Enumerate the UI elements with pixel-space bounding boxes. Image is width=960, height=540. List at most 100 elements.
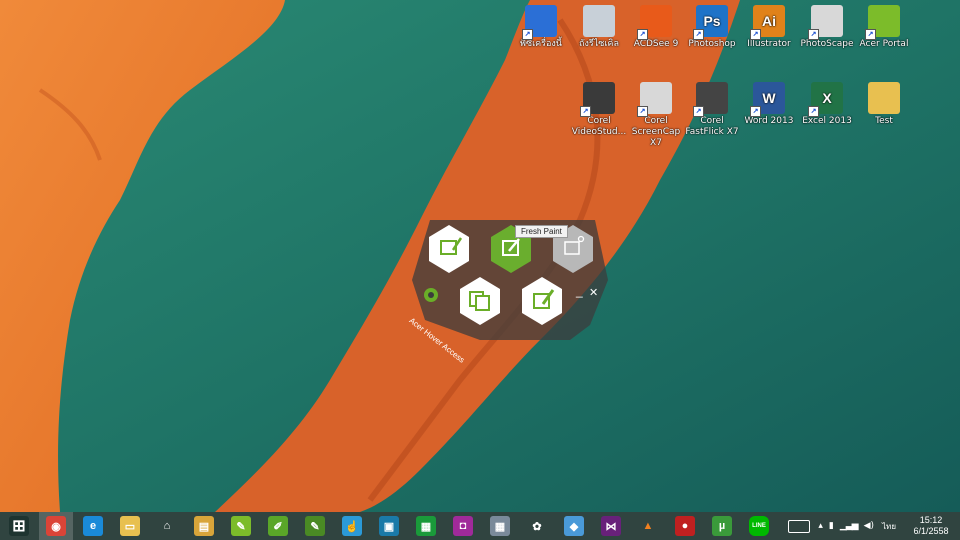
- line-chat-icon: LINE: [749, 516, 769, 536]
- system-tray: ▴ ▮ ▁▃▅ ◀) ไทย 15:12 6/1/2558: [788, 512, 960, 540]
- keyboard-icon[interactable]: [788, 519, 811, 533]
- clock[interactable]: 15:12 6/1/2558: [902, 515, 960, 537]
- vlc-cone-icon: ▲: [642, 520, 654, 532]
- taskbar-paint[interactable]: ✿: [520, 512, 554, 540]
- hover-close-button[interactable]: ✕: [589, 286, 598, 299]
- power-icon[interactable]: ▮: [829, 521, 834, 531]
- show-hidden-icons-icon[interactable]: ▴: [818, 521, 823, 531]
- palette-icon: ✿: [532, 520, 542, 533]
- folder-icon: ▭: [120, 516, 140, 536]
- taskbar-app-green3[interactable]: ✎: [298, 512, 332, 540]
- hover-settings-gear-icon[interactable]: [424, 288, 438, 302]
- shortcut-arrow-icon: ↗: [693, 29, 704, 40]
- input-language[interactable]: ไทย: [882, 520, 896, 533]
- desktop-icon-label: Acer Portal: [859, 39, 909, 49]
- desktop-icon-this-pc[interactable]: ↗ พีซีเครื่องนี้: [512, 5, 570, 50]
- desktop-icon-label: ACDSee 9: [633, 39, 679, 49]
- word-icon: W ↗: [750, 82, 785, 117]
- desktop-icon-label: Illustrator: [747, 39, 791, 49]
- magic-wand-icon: ↗: [693, 82, 728, 117]
- calculator-icon: ▦: [490, 516, 510, 536]
- desktop-icon-corel-fastflick[interactable]: ↗ Corel FastFlick X7: [683, 82, 741, 138]
- shortcut-arrow-icon: ↗: [808, 29, 819, 40]
- desktop-icon-word-2013[interactable]: W ↗ Word 2013: [740, 82, 798, 127]
- home-icon: ⌂: [163, 520, 171, 532]
- store-icon: ▦: [416, 516, 436, 536]
- shortcut-arrow-icon: ↗: [637, 106, 648, 117]
- media-icon: ▣: [379, 516, 399, 536]
- photoshop-icon: Ps ↗: [693, 5, 728, 40]
- volume-icon[interactable]: ◀): [864, 521, 874, 531]
- taskbar-start[interactable]: ⊞: [2, 512, 36, 540]
- desktop-icon-acer-portal[interactable]: ↗ Acer Portal: [855, 5, 913, 50]
- record-icon: ↗: [637, 82, 672, 117]
- taskbar-ie[interactable]: e: [76, 512, 110, 540]
- shortcut-arrow-icon: ↗: [522, 29, 533, 40]
- chrome-icon: ◉: [46, 516, 66, 536]
- taskbar-file-explorer[interactable]: ▭: [113, 512, 147, 540]
- utorrent-icon: µ: [712, 516, 732, 536]
- shortcut-arrow-icon: ↗: [637, 29, 648, 40]
- desktop-icon-acdsee[interactable]: ↗ ACDSee 9: [627, 5, 685, 50]
- folder-icon: [868, 82, 900, 114]
- film-icon: ↗: [580, 82, 615, 117]
- shortcut-arrow-icon: ↗: [750, 29, 761, 40]
- desktop-icon-corel-screencap[interactable]: ↗ Corel ScreenCap X7: [627, 82, 685, 149]
- fresh-paint-tooltip: Fresh Paint: [515, 225, 568, 238]
- taskbar: ⊞ ◉ e ▭ ⌂ ▤ ✎ ✐ ✎ ☝ ▣ ▦ ◘ ▦ ✿ ◆ ⋈ ▲ ● µ LINE ▴ ▮ ▁▃▅ ◀) ไทย …: [0, 512, 960, 540]
- desktop-icon-label: Test: [875, 116, 893, 126]
- desktop-icon-photoscape[interactable]: ↗ PhotoScape: [798, 5, 856, 50]
- shortcut-arrow-icon: ↗: [693, 106, 704, 117]
- desktop-icon-illustrator[interactable]: Ai ↗ Illustrator: [740, 5, 798, 50]
- illustrator-glyph: Ai: [762, 12, 776, 29]
- desktop-icon-label: Corel FastFlick X7: [685, 116, 739, 137]
- taskbar-app-red[interactable]: ●: [668, 512, 702, 540]
- acer-hover-access-panel: [412, 220, 608, 340]
- desktop-icon-recycle-bin[interactable]: ถังรีไซเคิล: [570, 5, 628, 50]
- shortcut-arrow-icon: ↗: [865, 29, 876, 40]
- record-icon: ●: [675, 516, 695, 536]
- photoscape-icon: ↗: [808, 5, 843, 40]
- taskbar-app-touch[interactable]: ☝: [335, 512, 369, 540]
- desktop-icon-label: พีซีเครื่องนี้: [520, 39, 562, 49]
- windows-logo-icon: ⊞: [9, 516, 29, 536]
- touch-icon: ☝: [342, 516, 362, 536]
- taskbar-line[interactable]: LINE: [742, 512, 776, 540]
- taskbar-utorrent[interactable]: µ: [705, 512, 739, 540]
- desktop-icon-label: Word 2013: [744, 116, 794, 126]
- taskbar-app-cube[interactable]: ◆: [557, 512, 591, 540]
- taskbar-calculator[interactable]: ▦: [483, 512, 517, 540]
- camera-icon: ◘: [453, 516, 473, 536]
- taskbar-app-green2[interactable]: ✐: [261, 512, 295, 540]
- clock-time: 15:12: [919, 515, 943, 525]
- taskbar-chrome[interactable]: ◉: [39, 512, 73, 540]
- taskbar-visual-studio[interactable]: ⋈: [594, 512, 628, 540]
- shortcut-arrow-icon: ↗: [580, 106, 591, 117]
- taskbar-app-camera[interactable]: ◘: [446, 512, 480, 540]
- desktop-icon-test-folder[interactable]: Test: [855, 82, 913, 127]
- taskbar-home[interactable]: ⌂: [150, 512, 184, 540]
- desktop-icon-label: Photoshop: [688, 39, 736, 49]
- desktop-icon-label: Corel ScreenCap X7: [631, 116, 681, 148]
- taskbar-app-store[interactable]: ▦: [409, 512, 443, 540]
- notebook-icon: ▤: [194, 516, 214, 536]
- taskbar-app-green1[interactable]: ✎: [224, 512, 258, 540]
- shortcut-arrow-icon: ↗: [750, 106, 761, 117]
- desktop-icon-label: Corel VideoStud...: [571, 116, 627, 137]
- taskbar-app-notes[interactable]: ▤: [187, 512, 221, 540]
- hover-minimize-button[interactable]: _: [576, 284, 583, 298]
- desktop-icon-corel-videostudio[interactable]: ↗ Corel VideoStud...: [570, 82, 628, 138]
- cube-icon: ◆: [564, 516, 584, 536]
- cloud-icon: ↗: [865, 5, 900, 40]
- taskbar-app-media[interactable]: ▣: [372, 512, 406, 540]
- visual-studio-icon: ⋈: [601, 516, 621, 536]
- illustrator-icon: Ai ↗: [750, 5, 785, 40]
- edit-icon: ✎: [305, 516, 325, 536]
- network-signal-icon[interactable]: ▁▃▅: [840, 521, 859, 531]
- word-2013-glyph: W: [762, 89, 776, 106]
- desktop-icon-excel-2013[interactable]: X ↗ Excel 2013: [798, 82, 856, 127]
- desktop-icon-photoshop[interactable]: Ps ↗ Photoshop: [683, 5, 741, 50]
- excel-icon: X ↗: [808, 82, 843, 117]
- taskbar-vlc[interactable]: ▲: [631, 512, 665, 540]
- desktop-icon-label: ถังรีไซเคิล: [579, 39, 619, 49]
